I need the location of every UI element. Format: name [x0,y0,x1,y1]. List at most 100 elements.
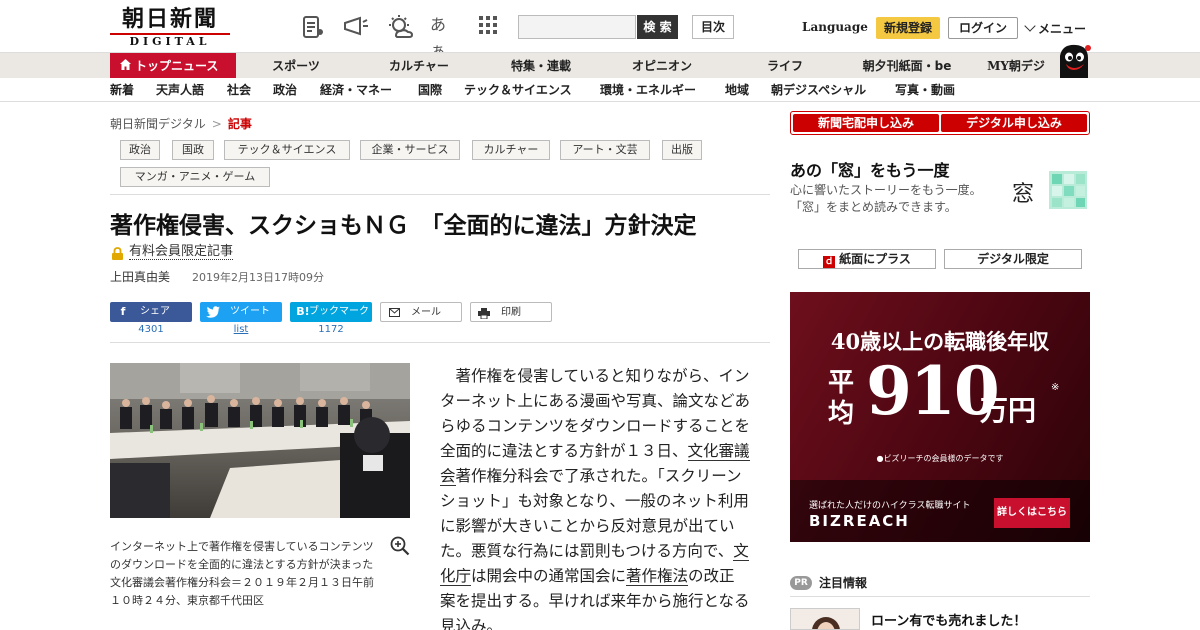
publish-date: 2019年2月13日17時09分 [192,271,324,284]
author-name[interactable]: 上田真由美 [110,268,170,285]
members-only-label[interactable]: 有料会員限定記事 [129,244,234,260]
pr-item-title[interactable]: ローン有でも売れました！ [871,610,1026,629]
ad-tagline: 選ばれた人だけのハイクラス転職サイト [809,501,971,511]
ad-average-label: 平均 [828,368,855,429]
article-body: 著作権を侵害していると知りながら、インターネット上にある漫画や写真、論文などあら… [440,364,750,630]
mado-title[interactable]: あの「窓」をもう一度 [790,157,950,181]
breadcrumb-home[interactable]: 朝日新聞デジタル [110,117,206,131]
logo-sub-text: DIGITAL [110,33,230,48]
nav2-politics[interactable]: 政治 [273,78,297,102]
ad-cta-button[interactable]: 詳しくはこちら [994,498,1070,528]
paper-plus-label: 紙面にプラス [839,252,911,266]
digital-only-button[interactable]: デジタル限定 [944,249,1082,269]
tag-national-politics[interactable]: 国政 [172,140,214,160]
mado-description: 心に響いたストーリーをもう一度。「窓」をまとめ読みできます。 [790,183,982,214]
divider [110,342,770,343]
nav-life[interactable]: ライフ [735,53,835,79]
facebook-share-button[interactable]: f シェア [110,302,192,322]
subscribe-delivery-button[interactable]: 新聞宅配申し込み [793,114,939,132]
tag-publishing[interactable]: 出版 [662,140,702,160]
breadcrumb-separator: > [211,117,222,131]
bookmark-count: 1172 [318,324,344,335]
nav2-region[interactable]: 地域 [725,78,749,102]
tweet-button[interactable]: ツイート [200,302,282,322]
menu-button[interactable]: メニュー [1024,20,1086,37]
twitter-icon [205,304,221,320]
nav-newspaper-be[interactable]: 朝夕刊紙面・be [852,53,962,79]
mascot-icon[interactable] [1054,42,1094,80]
nav2-society[interactable]: 社会 [227,78,251,102]
ad-unit: 万円 [980,394,1037,427]
nav-culture[interactable]: カルチャー [369,53,469,79]
nav2-economy[interactable]: 経済・マネー [320,78,392,102]
nav2-special[interactable]: 朝デジスペシャル [771,78,866,102]
tag-business[interactable]: 企業・サービス [360,140,460,160]
tweet-label: ツイート [230,306,270,317]
tag-art-literature[interactable]: アート・文芸 [560,140,650,160]
tweet-list-link[interactable]: list [200,324,282,335]
nav-features[interactable]: 特集・連載 [491,53,591,79]
facebook-icon: f [120,305,126,318]
print-icon [476,305,492,321]
mail-button[interactable]: メール [380,302,462,322]
nav-top-news[interactable]: トップニュース [110,53,236,79]
nav2-photo-video[interactable]: 写真・動画 [895,78,955,102]
divider [790,596,1090,597]
share-label: シェア [140,306,170,317]
tag-politics[interactable]: 政治 [120,140,160,160]
font-size-icon[interactable]: あぁ [430,12,460,60]
article-headline: 著作権侵害、スクショもＮＧ 「全面的に違法」方針決定 [110,212,697,239]
breadcrumb: 朝日新聞デジタル > 記事 [110,115,252,132]
print-button[interactable]: 印刷 [470,302,552,322]
logo-main-text: 朝日新聞 [121,6,218,32]
subscribe-digital-button[interactable]: デジタル申し込み [941,114,1087,132]
tag-tech-science[interactable]: テック＆サイエンス [224,140,350,160]
register-button[interactable]: 新規登録 [876,17,940,39]
paper-plus-button[interactable]: ｄ 紙面にプラス [798,249,936,269]
hatena-bookmark-button[interactable]: B! ブックマーク [290,302,372,322]
paper-plus-icon: ｄ [823,256,836,268]
mado-logo-text: 窓 [1012,182,1035,207]
ad-note: ●ビズリーチの会員様のデータです [876,454,1004,463]
nav-sports[interactable]: スポーツ [246,53,346,79]
print-label: 印刷 [501,307,521,318]
pr-thumbnail[interactable] [790,608,860,630]
nav2-environment[interactable]: 環境・エネルギー [600,78,696,102]
link-copyright-law[interactable]: 著作権法 [626,567,689,586]
asahi-digital-logo[interactable]: 朝日新聞 DIGITAL [110,6,230,48]
mado-logo-icon[interactable]: 窓 [1012,170,1088,210]
bizreach-ad[interactable]: 40歳以上の転職後年収 平均 910 万円 ※ ●ビズリーチの会員様のデータです… [790,292,1090,542]
bookmark-label: ブックマーク [309,306,369,317]
nav2-tenseijingo[interactable]: 天声人語 [156,78,204,102]
tag-culture[interactable]: カルチャー [472,140,550,160]
nav-my-asadigi[interactable]: MY朝デジ [976,53,1056,79]
top-bar: 朝日新聞 DIGITAL あぁ 検 索 目次 Language 新規登録 ログイ… [0,0,1200,60]
nav2-latest[interactable]: 新着 [110,78,134,102]
weather-icon[interactable] [386,14,414,40]
secondary-nav: 新着 天声人語 社会 政治 経済・マネー 国際 テック＆サイエンス 環境・エネル… [0,78,1200,102]
grid-icon[interactable] [477,14,503,40]
pr-badge: PR [790,576,812,590]
home-icon [120,53,131,79]
search-button[interactable]: 検 索 [637,15,678,39]
language-link[interactable]: Language [802,20,868,34]
nav2-tech-science[interactable]: テック＆サイエンス [464,78,572,102]
article-photo[interactable] [110,363,410,518]
search-input[interactable] [518,15,636,39]
paper-icon[interactable] [300,14,326,40]
facebook-share-count: 4301 [138,324,164,335]
body-text: は開会中の通常国会に [471,567,627,585]
ad-number: 910 [866,352,1000,430]
body-text: 著作権分科会で了承された。「スクリーンショット」も対象となり、一般のネット利用に… [440,467,749,560]
zoom-icon[interactable] [390,536,410,556]
login-button[interactable]: ログイン [948,17,1018,39]
tag-manga-anime-game[interactable]: マンガ・アニメ・ゲーム [120,167,270,187]
mail-icon [386,305,402,321]
nav2-international[interactable]: 国際 [418,78,442,102]
bizreach-logo: BIZREACH [809,512,910,530]
photo-caption: インターネット上で著作権を侵害しているコンテンツのダウンロードを全面的に違法とす… [110,540,374,607]
mail-label: メール [411,307,441,318]
toc-button[interactable]: 目次 [692,15,734,39]
nav-opinion[interactable]: オピニオン [612,53,712,79]
megaphone-icon[interactable] [342,14,368,40]
